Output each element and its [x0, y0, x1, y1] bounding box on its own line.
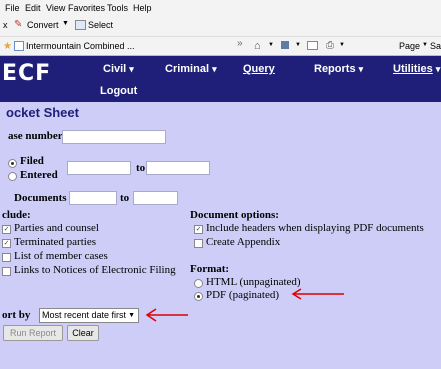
- menu-edit[interactable]: Edit: [25, 3, 41, 13]
- docket-sheet-form: ocket Sheet ase number Filed Entered to …: [0, 102, 441, 369]
- run-report-button[interactable]: Run Report: [3, 325, 63, 341]
- sort-by-arrow: [145, 308, 188, 322]
- close-toolbar-icon[interactable]: x: [3, 20, 8, 30]
- sort-by-value: Most recent date first: [42, 310, 127, 320]
- sort-by-label: ort by: [2, 309, 31, 321]
- nav-criminal-label: Criminal: [165, 63, 210, 75]
- feeds-icon[interactable]: [281, 41, 289, 49]
- pdf-format-arrow: [291, 288, 344, 300]
- menu-file[interactable]: File: [5, 3, 20, 13]
- date-from-input[interactable]: [67, 161, 131, 175]
- nav-utilities-label: Utilities: [393, 63, 433, 75]
- ecf-logo[interactable]: ECF: [2, 61, 51, 86]
- documents-from-input[interactable]: [69, 191, 117, 205]
- create-appendix-checkbox[interactable]: [194, 239, 203, 248]
- feeds-dropdown-icon[interactable]: ▼: [295, 42, 301, 48]
- menu-view[interactable]: View: [46, 3, 65, 13]
- sort-by-select[interactable]: Most recent date first ▼: [39, 308, 139, 323]
- date-to-label: to: [136, 162, 146, 174]
- favorite-tab[interactable]: Intermountain Combined ...: [26, 41, 135, 51]
- browser-toolbar: x ✎ Convert ▼ Select: [0, 17, 441, 35]
- filed-label: Filed: [20, 155, 44, 167]
- format-pdf-radio[interactable]: [194, 292, 203, 301]
- mail-icon[interactable]: [307, 41, 318, 50]
- page-favicon-icon: [14, 41, 24, 51]
- convert-icon: ✎: [14, 19, 23, 30]
- chevron-down-icon[interactable]: ▼: [62, 20, 69, 27]
- overflow-chevron[interactable]: »: [237, 38, 243, 49]
- convert-button[interactable]: Convert: [27, 20, 59, 30]
- parties-counsel-checkbox[interactable]: ✓: [2, 225, 11, 234]
- date-to-input[interactable]: [146, 161, 210, 175]
- format-pdf-label: PDF (paginated): [206, 289, 280, 301]
- include-label: clude:: [2, 209, 31, 221]
- favorites-bar: ★ Intermountain Combined ... » ⌂ ▼ ▼ ⎙ ▼…: [0, 36, 441, 56]
- document-options-label: Document options:: [190, 209, 279, 221]
- chevron-down-icon: ▾: [129, 64, 134, 74]
- nav-reports-label: Reports: [314, 63, 356, 75]
- menu-help[interactable]: Help: [133, 3, 152, 13]
- nav-criminal[interactable]: Criminal ▾: [165, 63, 217, 75]
- clear-button[interactable]: Clear: [67, 325, 99, 341]
- chevron-down-icon: ▼: [128, 312, 135, 319]
- menu-favorites[interactable]: Favorites: [68, 3, 105, 13]
- format-html-label: HTML (unpaginated): [206, 276, 301, 288]
- create-appendix-label: Create Appendix: [206, 236, 281, 248]
- documents-label: Documents: [14, 192, 67, 204]
- page-dropdown-icon[interactable]: ▼: [422, 42, 428, 48]
- include-headers-label: Include headers when displaying PDF docu…: [206, 222, 424, 234]
- include-headers-checkbox[interactable]: ✓: [194, 225, 203, 234]
- nav-civil[interactable]: Civil ▾: [103, 63, 134, 75]
- page-menu-button[interactable]: Page: [399, 41, 420, 51]
- nav-reports[interactable]: Reports ▾: [314, 63, 363, 75]
- filed-radio[interactable]: [8, 159, 17, 168]
- entered-radio[interactable]: [8, 172, 17, 181]
- nav-civil-label: Civil: [103, 63, 127, 75]
- browser-chrome: File Edit View Favorites Tools Help x ✎ …: [0, 0, 441, 56]
- case-number-input[interactable]: [62, 130, 166, 144]
- chevron-down-icon: ▾: [435, 64, 441, 74]
- print-dropdown-icon[interactable]: ▼: [339, 42, 345, 48]
- parties-counsel-label: Parties and counsel: [14, 222, 99, 234]
- entered-label: Entered: [20, 169, 58, 181]
- safety-menu-button[interactable]: Sa: [430, 41, 441, 51]
- terminated-parties-checkbox[interactable]: ✓: [2, 239, 11, 248]
- member-cases-label: List of member cases: [14, 250, 108, 262]
- ecf-nav-bar: ECF Civil ▾ Criminal ▾ Query Reports ▾ U…: [0, 56, 441, 102]
- favorites-star-icon[interactable]: ★: [3, 41, 12, 52]
- page-title: ocket Sheet: [6, 105, 79, 120]
- home-icon[interactable]: ⌂: [254, 40, 261, 52]
- home-dropdown-icon[interactable]: ▼: [268, 42, 274, 48]
- nef-links-label: Links to Notices of Electronic Filing: [14, 264, 176, 276]
- nav-utilities[interactable]: Utilities ▾: [393, 63, 440, 75]
- chevron-down-icon: ▾: [358, 64, 364, 74]
- terminated-parties-label: Terminated parties: [14, 236, 97, 248]
- menu-tools[interactable]: Tools: [107, 3, 128, 13]
- format-html-radio[interactable]: [194, 279, 203, 288]
- chevron-down-icon: ▾: [212, 64, 217, 74]
- documents-to-input[interactable]: [133, 191, 178, 205]
- nav-logout[interactable]: Logout: [100, 85, 137, 97]
- print-icon[interactable]: ⎙: [326, 40, 334, 51]
- format-label: Format:: [190, 263, 230, 275]
- case-number-label: ase number: [8, 130, 63, 142]
- nef-links-checkbox[interactable]: [2, 267, 11, 276]
- member-cases-checkbox[interactable]: [2, 253, 11, 262]
- documents-to-label: to: [120, 192, 130, 204]
- select-button[interactable]: Select: [88, 20, 113, 30]
- select-icon: [75, 20, 86, 30]
- nav-query[interactable]: Query: [243, 63, 275, 75]
